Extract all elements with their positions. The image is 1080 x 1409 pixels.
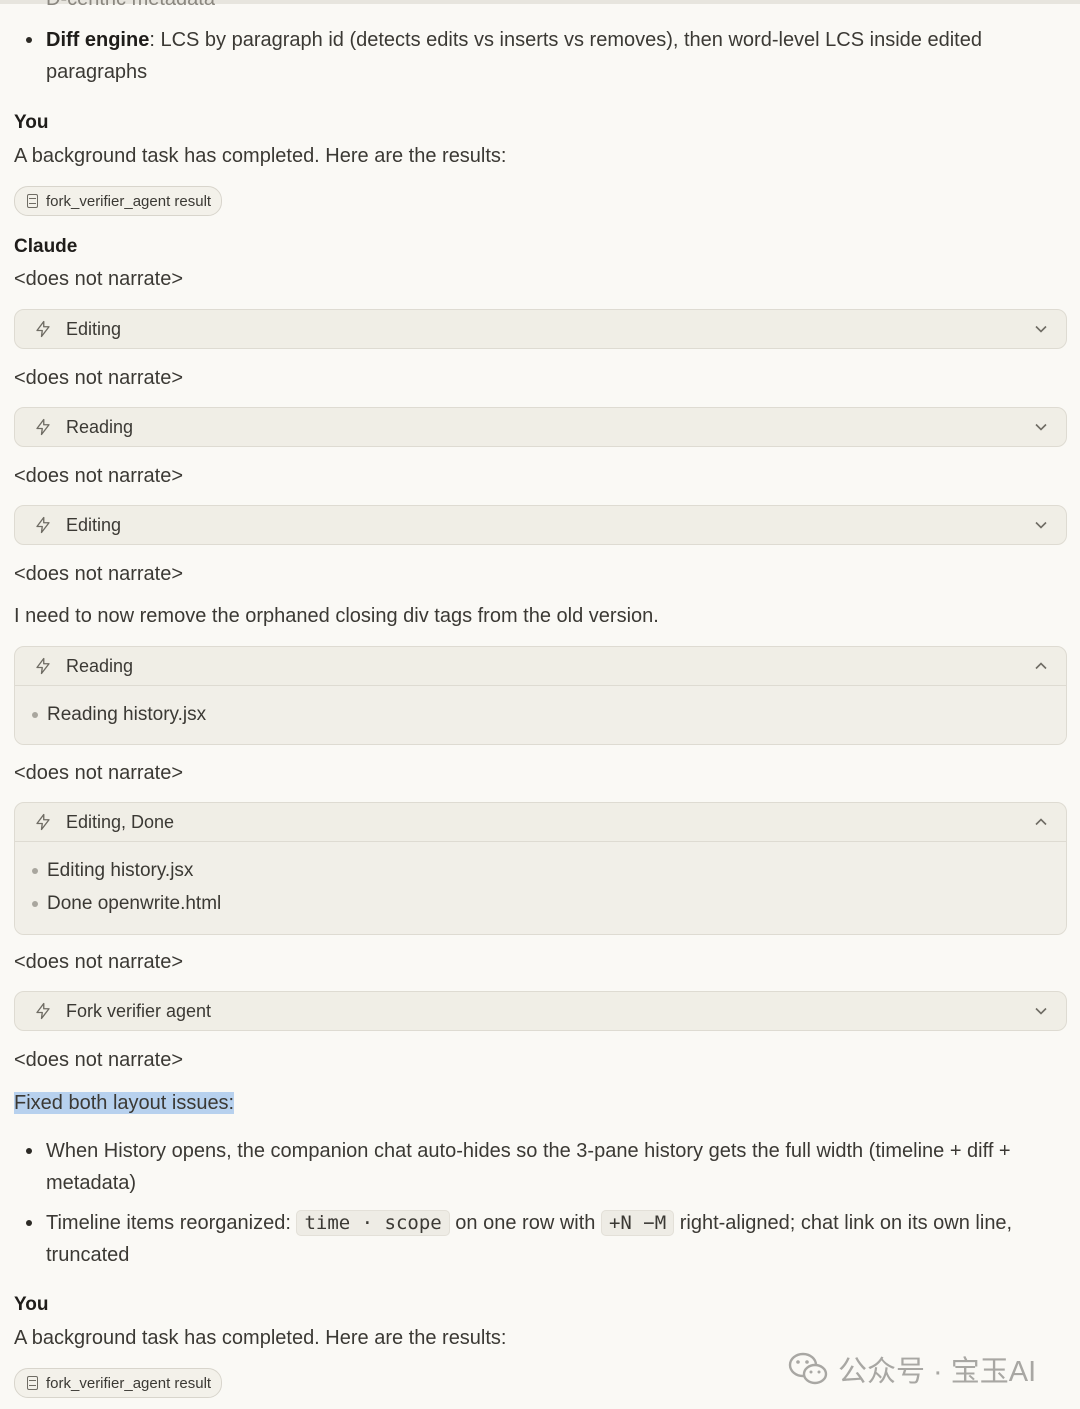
truncated-previous-bullet: D-centric metadata [46, 0, 215, 11]
inline-code: +N −M [600, 1210, 675, 1236]
tool-details: Reading history.jsx [15, 685, 1066, 744]
tool-details: Editing history.jsx Done openwrite.html [15, 841, 1066, 934]
bullet-dot [26, 1148, 32, 1154]
tool-label: Fork verifier agent [66, 1000, 212, 1021]
chevron-down-icon[interactable] [1034, 420, 1048, 434]
user-message: A background task has completed. Here ar… [14, 1327, 507, 1349]
document-icon [27, 194, 38, 208]
attachment-pill[interactable]: fork_verifier_agent result [14, 186, 223, 216]
tool-block-editing[interactable]: Editing [14, 309, 1067, 349]
attachment-pill[interactable]: fork_verifier_agent result [14, 1368, 223, 1398]
no-narrate-text: <does not narrate> [14, 465, 184, 487]
tool-label: Editing [66, 318, 122, 339]
speaker-you: You [14, 1294, 49, 1315]
watermark: 公众号 · 宝玉AI [788, 1348, 1036, 1390]
chevron-down-icon[interactable] [1034, 518, 1048, 532]
inline-code: time · scope [296, 1210, 450, 1236]
summary-bullet: Timeline items reorganized: time · scope… [14, 1207, 1060, 1271]
no-narrate-text: <does not narrate> [14, 563, 184, 585]
bullet-term: Diff engine [46, 29, 150, 51]
assistant-remark: I need to now remove the orphaned closin… [14, 605, 659, 627]
tool-block-fork-verifier[interactable]: Fork verifier agent [14, 991, 1067, 1031]
user-message: A background task has completed. Here ar… [14, 145, 507, 167]
tool-block-editing-done-expanded[interactable]: Editing, Done Editing history.jsx Done o… [14, 802, 1067, 935]
tool-label: Editing [66, 514, 122, 535]
bolt-icon [36, 1002, 50, 1020]
tool-label: Editing, Done [66, 811, 175, 832]
tool-block-editing[interactable]: Editing [14, 505, 1067, 545]
chevron-down-icon[interactable] [1034, 322, 1048, 336]
no-narrate-text: <does not narrate> [14, 762, 184, 784]
bullet-text: : LCS by paragraph id (detects edits vs … [46, 29, 982, 83]
speaker-you: You [14, 112, 49, 133]
no-narrate-text: <does not narrate> [14, 268, 184, 290]
wechat-icon [788, 1352, 828, 1385]
tool-detail-item: Editing history.jsx [15, 854, 1066, 887]
attachment-label: fork_verifier_agent result [46, 1374, 212, 1392]
bullet-dot [26, 1220, 32, 1226]
chevron-up-icon[interactable] [1034, 815, 1048, 829]
summary-bullet: When History opens, the companion chat a… [14, 1135, 1060, 1199]
summary-title: Fixed both layout issues: [14, 1092, 235, 1114]
chevron-up-icon[interactable] [1034, 659, 1048, 673]
chevron-down-icon[interactable] [1034, 1004, 1048, 1018]
watermark-text: 公众号 · 宝玉AI [838, 1356, 1037, 1388]
tool-detail-item: Reading history.jsx [15, 698, 1066, 731]
tool-block-reading-expanded[interactable]: Reading Reading history.jsx [14, 646, 1067, 745]
tool-label: Reading [66, 416, 134, 437]
document-icon [27, 1376, 38, 1390]
bolt-icon [36, 418, 50, 436]
no-narrate-text: <does not narrate> [14, 951, 184, 973]
tool-label: Reading [66, 655, 134, 676]
bolt-icon [36, 813, 50, 831]
attachment-label: fork_verifier_agent result [46, 192, 212, 210]
diff-engine-bullet: Diff engine: LCS by paragraph id (detect… [14, 24, 1060, 88]
bolt-icon [36, 516, 50, 534]
tool-detail-item: Done openwrite.html [15, 887, 1066, 920]
tool-block-reading[interactable]: Reading [14, 407, 1067, 447]
speaker-claude: Claude [14, 236, 78, 257]
bolt-icon [36, 657, 50, 675]
no-narrate-text: <does not narrate> [14, 367, 184, 389]
no-narrate-text: <does not narrate> [14, 1049, 184, 1071]
bullet-dot [26, 37, 32, 43]
bolt-icon [36, 320, 50, 338]
